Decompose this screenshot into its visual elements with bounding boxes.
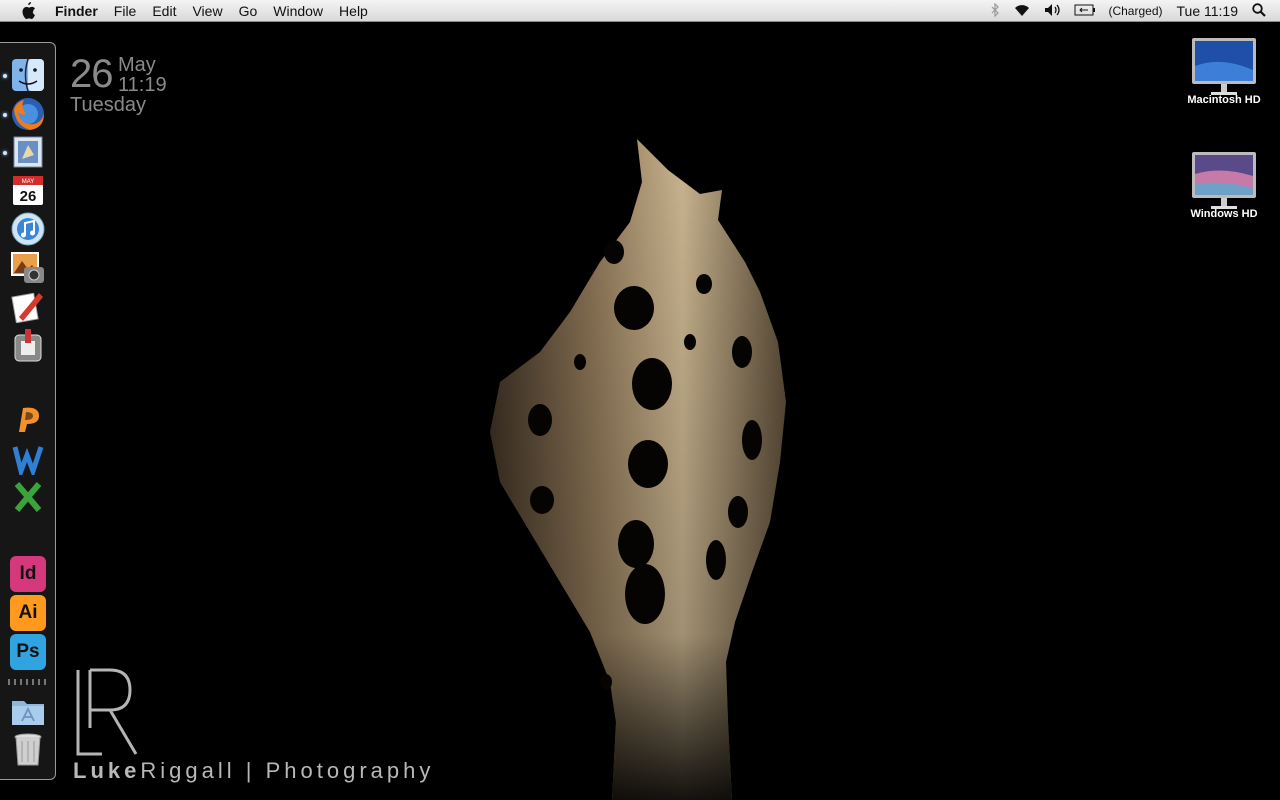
brand-last: Riggall bbox=[140, 758, 236, 783]
apple-icon[interactable] bbox=[17, 0, 39, 22]
dock-textedit[interactable] bbox=[10, 288, 46, 324]
calendar-icon: MAY 26 bbox=[13, 176, 43, 205]
running-indicator bbox=[3, 113, 7, 117]
lr-logo bbox=[76, 668, 138, 756]
iphoto-icon bbox=[11, 252, 44, 283]
menubar-clock[interactable]: Tue 11:19 bbox=[1175, 0, 1241, 22]
firefox-icon bbox=[12, 98, 44, 130]
folder-icon bbox=[12, 701, 44, 725]
svg-text:MAY: MAY bbox=[22, 179, 35, 185]
monitor-icon bbox=[1191, 36, 1257, 95]
indesign-label: Id bbox=[19, 563, 37, 584]
dock-indesign[interactable]: Id bbox=[10, 556, 46, 592]
monitor-icon bbox=[1191, 150, 1257, 209]
word-icon bbox=[12, 446, 44, 475]
dock-finder[interactable] bbox=[10, 57, 46, 93]
menu-app-finder[interactable]: Finder bbox=[47, 0, 106, 22]
finder-icon bbox=[12, 58, 44, 92]
brand-suffix: Photography bbox=[265, 758, 435, 783]
battery-icon[interactable] bbox=[1074, 3, 1096, 19]
menu-file[interactable]: File bbox=[106, 0, 145, 22]
dock-separator bbox=[8, 679, 48, 685]
dock-itunes[interactable] bbox=[10, 211, 46, 247]
brand-first: Luke bbox=[73, 758, 141, 783]
menu-edit[interactable]: Edit bbox=[144, 0, 184, 22]
switch-icon bbox=[14, 329, 42, 362]
menu-view[interactable]: View bbox=[184, 0, 230, 22]
driftwood bbox=[490, 139, 786, 800]
dock-excel[interactable] bbox=[10, 479, 46, 515]
wallpaper bbox=[490, 139, 786, 800]
clock-weekday: Tuesday bbox=[70, 94, 146, 116]
trash-icon bbox=[14, 733, 42, 766]
dock-iphoto[interactable] bbox=[10, 250, 46, 286]
desktop-icon-windows-hd[interactable]: Windows HD bbox=[1169, 150, 1279, 220]
menu-go[interactable]: Go bbox=[231, 0, 266, 22]
desktop-icon-macintosh-hd[interactable]: Macintosh HD bbox=[1169, 36, 1279, 106]
illustrator-label: Ai bbox=[18, 602, 38, 623]
branding-text: LukeRiggall | Photography bbox=[73, 758, 434, 784]
dock: MAY 26 Id Ai Ps bbox=[0, 42, 56, 780]
running-indicator bbox=[3, 151, 7, 155]
itunes-icon bbox=[11, 212, 45, 246]
dock-applications-folder[interactable] bbox=[10, 693, 46, 729]
dock-system-preferences[interactable] bbox=[10, 327, 46, 363]
powerpoint-icon bbox=[19, 407, 39, 432]
menu-bar: Finder File Edit View Go Window Help (Ch… bbox=[0, 0, 1280, 22]
clock-month: May bbox=[118, 54, 156, 76]
wifi-icon[interactable] bbox=[1012, 3, 1032, 20]
dock-word[interactable] bbox=[10, 440, 46, 476]
dock-ical[interactable]: MAY 26 bbox=[10, 172, 46, 208]
dock-mail[interactable] bbox=[10, 134, 46, 170]
dock-illustrator[interactable]: Ai bbox=[10, 595, 46, 631]
svg-text:26: 26 bbox=[20, 188, 37, 205]
battery-status[interactable]: (Charged) bbox=[1108, 4, 1162, 18]
clock-day: 26 bbox=[70, 52, 113, 96]
dock-powerpoint[interactable] bbox=[10, 401, 46, 437]
bluetooth-icon[interactable] bbox=[990, 2, 1000, 20]
dock-firefox[interactable] bbox=[10, 96, 46, 132]
dock-trash[interactable] bbox=[10, 731, 46, 767]
brand-separator: | bbox=[245, 758, 256, 783]
volume-icon[interactable] bbox=[1044, 3, 1062, 20]
mail-icon bbox=[13, 136, 43, 168]
textedit-icon bbox=[11, 292, 43, 323]
photoshop-label: Ps bbox=[16, 641, 40, 662]
spotlight-icon[interactable] bbox=[1252, 2, 1266, 20]
menu-help[interactable]: Help bbox=[331, 0, 376, 22]
running-indicator bbox=[3, 74, 7, 78]
excel-icon bbox=[14, 482, 42, 512]
menu-window[interactable]: Window bbox=[265, 0, 331, 22]
dock-photoshop[interactable]: Ps bbox=[10, 634, 46, 670]
